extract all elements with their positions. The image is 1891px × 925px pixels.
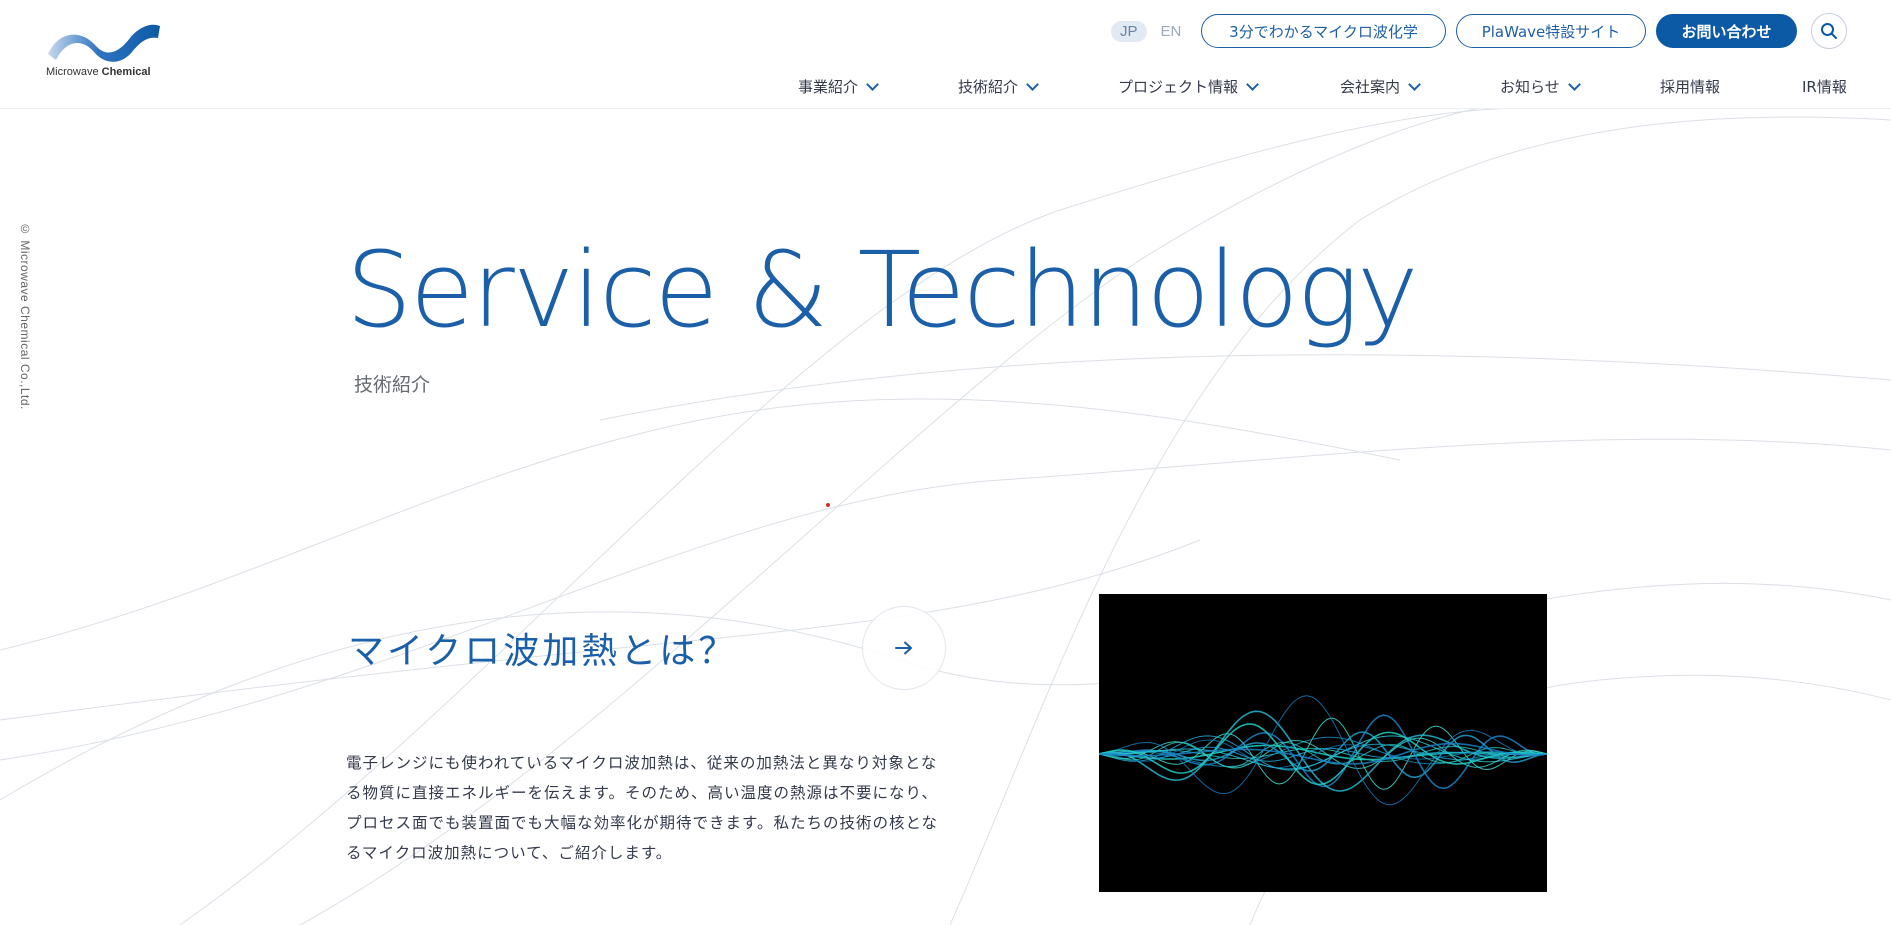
copyright-vertical: © Microwave Chemical Co.,Ltd.	[18, 222, 32, 410]
lang-en[interactable]: EN	[1157, 21, 1186, 42]
contact-button[interactable]: お問い合わせ	[1656, 14, 1797, 48]
chevron-down-icon	[1567, 78, 1581, 91]
section-description: 電子レンジにも使われているマイクロ波加熱は、従来の加熱法と異なり対象となる物質に…	[346, 754, 938, 862]
nav-item-technology[interactable]: 技術紹介	[958, 76, 1039, 97]
decorative-dot	[826, 503, 830, 507]
micro-wave-chemistry-intro-button[interactable]: 3分でわかるマイクロ波化学	[1201, 14, 1446, 48]
page-subtitle: 技術紹介	[354, 374, 431, 396]
nav-item-recruit[interactable]: 採用情報	[1660, 76, 1720, 97]
site-header: Microwave Chemical JP EN 3分でわかるマイクロ波化学 P…	[0, 0, 1891, 109]
main-navigation: 事業紹介 技術紹介 プロジェクト情報 会社案内 お知らせ 採用情報 IR情報	[0, 76, 1891, 98]
page-title: Service & Technology	[346, 229, 1419, 351]
nav-item-news[interactable]: お知らせ	[1500, 76, 1581, 97]
chevron-down-icon	[1246, 78, 1259, 91]
section-arrow-button[interactable]	[862, 606, 946, 690]
arrow-right-icon	[895, 641, 912, 655]
company-logo[interactable]: Microwave Chemical	[46, 20, 162, 82]
plawave-site-button[interactable]: PlaWave特設サイト	[1456, 14, 1646, 48]
chevron-down-icon	[1026, 78, 1039, 91]
nav-item-ir[interactable]: IR情報	[1802, 76, 1847, 97]
microwave-waveform-image[interactable]	[1098, 594, 1548, 892]
search-button[interactable]	[1811, 13, 1847, 49]
nav-item-projects[interactable]: プロジェクト情報	[1118, 76, 1259, 97]
lang-jp[interactable]: JP	[1111, 20, 1147, 42]
section-title[interactable]: マイクロ波加熱とは？	[348, 622, 737, 674]
chevron-down-icon	[1408, 78, 1421, 91]
language-switcher: JP EN	[1111, 18, 1185, 44]
logo-wave-mark	[48, 24, 160, 62]
chevron-down-icon	[866, 78, 879, 91]
search-icon	[1821, 23, 1837, 39]
nav-item-business[interactable]: 事業紹介	[798, 76, 879, 97]
waveform-graphic	[1098, 695, 1548, 806]
nav-item-company[interactable]: 会社案内	[1340, 76, 1421, 97]
